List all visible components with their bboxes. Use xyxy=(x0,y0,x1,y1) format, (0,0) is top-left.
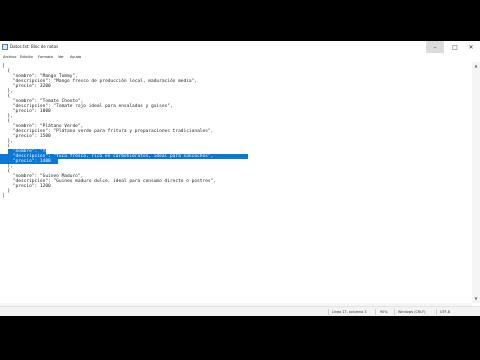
window-title: Datos.txt: Bloc de notas xyxy=(10,44,59,49)
scroll-up-icon[interactable]: ▲ xyxy=(472,62,480,70)
editor-line: ] xyxy=(2,194,5,199)
menu-ver[interactable]: Ver xyxy=(58,55,64,59)
status-divider xyxy=(394,309,395,315)
menu-bar: Archivo Edición Formato Ver Ayuda xyxy=(0,53,480,62)
scroll-down-icon[interactable]: ▼ xyxy=(472,295,480,303)
menu-formato[interactable]: Formato xyxy=(38,55,53,59)
status-divider xyxy=(375,309,376,315)
close-button[interactable]: ✕ xyxy=(462,41,480,53)
title-bar[interactable]: Datos.txt: Bloc de notas – □ ✕ xyxy=(0,41,480,53)
status-position: Línea 17, columna 3 xyxy=(332,310,367,314)
status-encoding: UTF-8 xyxy=(440,310,450,314)
notepad-window: Datos.txt: Bloc de notas – □ ✕ Archivo E… xyxy=(0,41,480,316)
menu-ayuda[interactable]: Ayuda xyxy=(70,55,81,59)
status-divider xyxy=(328,309,329,315)
vertical-scrollbar[interactable]: ▲ ▼ xyxy=(472,62,480,303)
text-editor[interactable]: [ { "nombre": "Mango Tommy", "descripcio… xyxy=(0,62,472,303)
menu-edicion[interactable]: Edición xyxy=(20,55,33,59)
status-bar: Línea 17, columna 3 90% Windows (CRLF) U… xyxy=(0,306,480,316)
menu-archivo[interactable]: Archivo xyxy=(3,55,16,59)
notepad-icon xyxy=(2,44,8,50)
status-line-ending: Windows (CRLF) xyxy=(398,310,426,314)
status-zoom: 90% xyxy=(380,310,388,314)
status-divider xyxy=(436,309,437,315)
minimize-button[interactable]: – xyxy=(426,41,444,53)
